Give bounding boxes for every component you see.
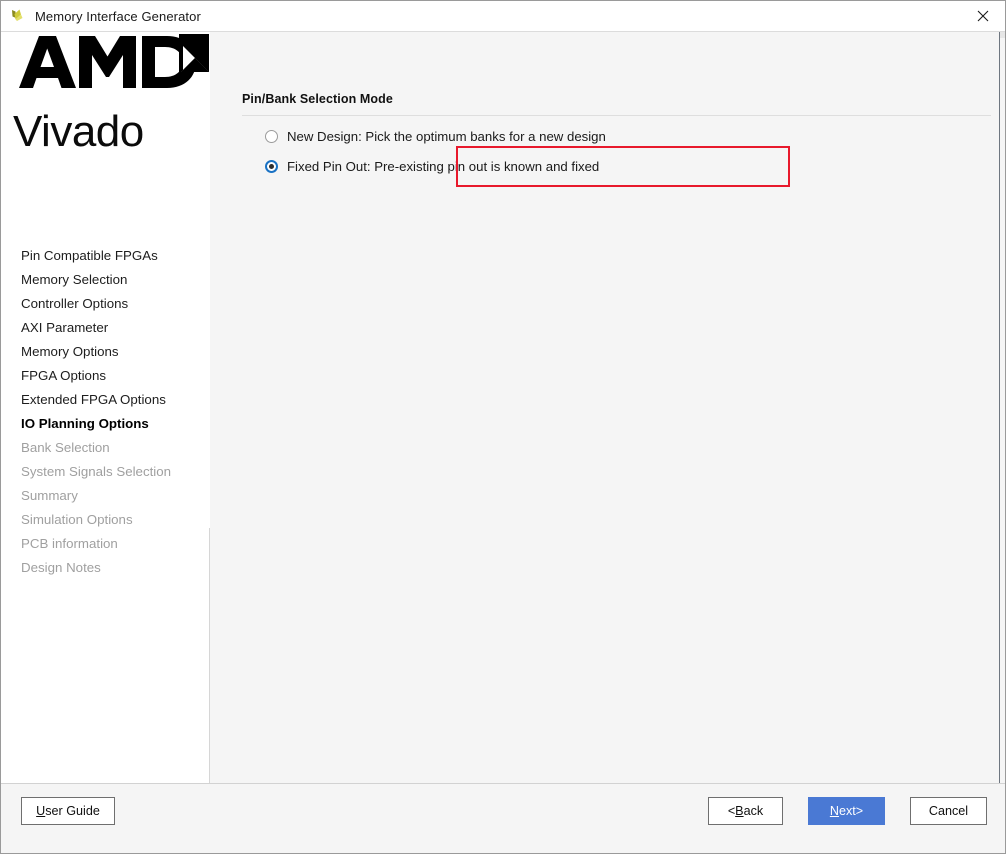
scrollbar-top-cap <box>1000 32 1005 38</box>
back-button[interactable]: < Back <box>708 797 783 825</box>
dialog-body: Vivado Pin Compatible FPGAs Memory Selec… <box>1 32 1005 783</box>
next-label-rest: ext <box>838 804 856 818</box>
radio-option-fixed-pin-out[interactable]: Fixed Pin Out: Pre-existing pin out is k… <box>265 156 905 177</box>
close-icon[interactable] <box>960 1 1005 30</box>
back-prefix: < <box>727 804 736 818</box>
back-mnemonic: B <box>735 804 744 818</box>
radio-option-new-design[interactable]: New Design: Pick the optimum banks for a… <box>265 126 905 147</box>
next-suffix: > <box>855 804 864 818</box>
user-guide-label-rest: ser Guide <box>45 804 100 818</box>
sidebar-item-controller-options[interactable]: Controller Options <box>21 292 206 316</box>
pin-bank-selection-mode-group: New Design: Pick the optimum banks for a… <box>265 126 905 177</box>
radio-icon-new-design[interactable] <box>265 130 278 143</box>
sidebar-item-design-notes: Design Notes <box>21 560 101 575</box>
vertical-scrollbar[interactable] <box>999 32 1005 783</box>
sidebar-item-extended-fpga-options[interactable]: Extended FPGA Options <box>21 388 206 412</box>
radio-icon-fixed-pin-out[interactable] <box>265 160 278 173</box>
vivado-leaf-icon <box>9 7 27 25</box>
footer-button-bar: User Guide < Back Next > Cancel <box>1 783 1005 853</box>
sidebar-item-fpga-options[interactable]: FPGA Options <box>21 364 206 388</box>
section-divider <box>242 115 991 116</box>
wizard-step-list: Pin Compatible FPGAs Memory Selection Co… <box>21 244 206 580</box>
next-button[interactable]: Next > <box>808 797 885 825</box>
sidebar-item-pcb-information: PCB information <box>21 536 118 551</box>
sidebar-item-pin-compatible-fpgas[interactable]: Pin Compatible FPGAs <box>21 244 206 268</box>
cancel-button[interactable]: Cancel <box>910 797 987 825</box>
title-bar: Memory Interface Generator <box>1 1 1005 32</box>
sidebar-item-memory-selection[interactable]: Memory Selection <box>21 268 206 292</box>
user-guide-button[interactable]: User Guide <box>21 797 115 825</box>
sidebar-item-bank-selection: Bank Selection <box>21 440 110 455</box>
vivado-wordmark: Vivado <box>13 107 144 156</box>
page-title: Pin/Bank Selection Mode <box>242 92 393 106</box>
radio-label-new-design: New Design: Pick the optimum banks for a… <box>287 129 606 144</box>
back-label-rest: ack <box>743 804 764 818</box>
sidebar-item-memory-options[interactable]: Memory Options <box>21 340 206 364</box>
user-guide-mnemonic: U <box>36 804 46 818</box>
sidebar-item-summary: Summary <box>21 488 78 503</box>
sidebar: Vivado Pin Compatible FPGAs Memory Selec… <box>1 32 210 783</box>
sidebar-item-simulation-options: Simulation Options <box>21 512 133 527</box>
main-content-panel: Pin/Bank Selection Mode New Design: Pick… <box>210 32 1005 783</box>
window-title: Memory Interface Generator <box>35 8 201 24</box>
sidebar-item-system-signals-selection: System Signals Selection <box>21 464 172 479</box>
sidebar-item-io-planning-options[interactable]: IO Planning Options <box>21 412 206 436</box>
sidebar-item-axi-parameter[interactable]: AXI Parameter <box>21 316 206 340</box>
memory-interface-generator-window: Memory Interface Generator Vivado Pin Co… <box>0 0 1006 854</box>
next-mnemonic: N <box>829 804 839 818</box>
radio-label-fixed-pin-out: Fixed Pin Out: Pre-existing pin out is k… <box>287 159 600 174</box>
